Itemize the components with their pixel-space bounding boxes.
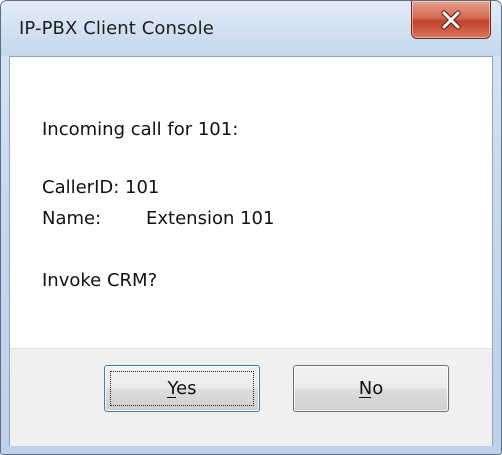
incoming-call-text: Incoming call for 101:: [42, 119, 239, 140]
message-panel: Incoming call for 101: CallerID: 101 Nam…: [10, 57, 492, 348]
close-button[interactable]: [411, 1, 491, 39]
title-bar[interactable]: IP-PBX Client Console: [1, 1, 501, 56]
dialog-window: IP-PBX Client Console Incoming call for …: [0, 0, 502, 455]
invoke-crm-question: Invoke CRM?: [42, 270, 158, 291]
name-label: Name:: [42, 208, 102, 229]
close-icon: [441, 10, 461, 29]
no-button[interactable]: No: [293, 365, 449, 412]
dialog-client-area: Incoming call for 101: CallerID: 101 Nam…: [9, 56, 493, 446]
yes-button[interactable]: Yes: [104, 365, 260, 412]
button-bar: Yes No: [10, 348, 492, 446]
caller-id-text: CallerID: 101: [42, 177, 160, 198]
mnemonic-underline: [167, 397, 177, 398]
name-value: Extension 101: [146, 208, 275, 229]
window-title: IP-PBX Client Console: [19, 18, 214, 39]
no-button-label: No: [358, 378, 384, 399]
mnemonic-underline: [358, 397, 371, 398]
yes-button-label: Yes: [167, 378, 197, 399]
